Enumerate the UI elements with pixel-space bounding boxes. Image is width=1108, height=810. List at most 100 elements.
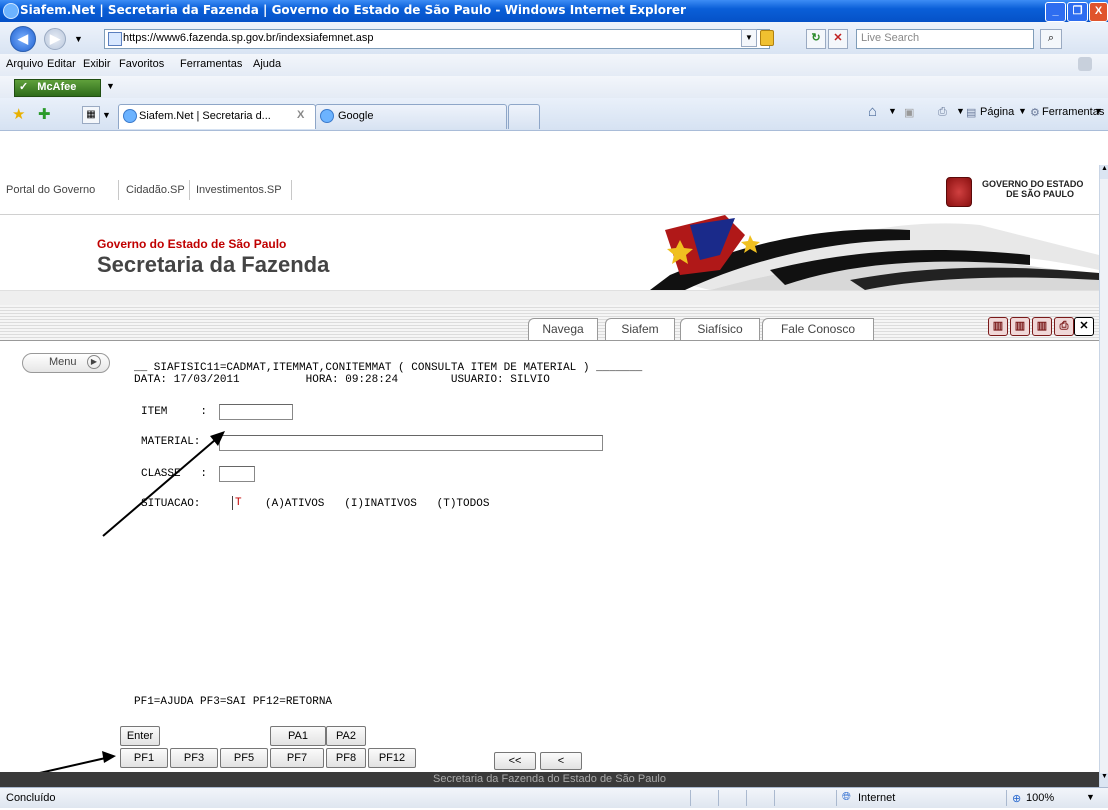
nav-tab-navega[interactable]: Navega <box>528 318 598 340</box>
toolbar-options-icon[interactable] <box>1078 57 1092 71</box>
menu-arquivo[interactable]: Arquivo <box>6 58 43 70</box>
back-button[interactable]: ◀ <box>10 26 36 52</box>
previous-page-button[interactable]: < <box>540 752 582 770</box>
nav-tab-fale-conosco[interactable]: Fale Conosco <box>762 318 874 340</box>
page-menu[interactable]: Página <box>980 106 1014 118</box>
search-input[interactable]: Live Search <box>856 29 1034 49</box>
book-icon[interactable]: ▥ <box>1032 317 1052 336</box>
menu-ferramentas[interactable]: Ferramentas <box>180 58 242 70</box>
address-url: https://www6.fazenda.sp.gov.br/indexsiaf… <box>123 32 374 44</box>
portal-link-investimentos[interactable]: Investimentos.SP <box>196 184 282 196</box>
status-separator <box>836 790 837 806</box>
feeds-icon[interactable]: ▣ <box>904 106 914 119</box>
nav-tab-siafisico[interactable]: Siafísico <box>680 318 760 340</box>
pf-help-line: PF1=AJUDA PF3=SAI PF12=RETORNA <box>134 696 333 708</box>
search-icon[interactable]: ⌕ <box>1040 29 1062 49</box>
history-dropdown-icon[interactable]: ▼ <box>74 34 83 44</box>
site-nav-bar: Navega Siafem Siafísico Fale Conosco ▥ ▥… <box>0 305 1099 341</box>
page-menu-dropdown-icon[interactable]: ▼ <box>1018 106 1027 116</box>
address-bar[interactable]: https://www6.fazenda.sp.gov.br/indexsiaf… <box>104 29 774 49</box>
book-icon[interactable]: ▥ <box>988 317 1008 336</box>
maximize-button[interactable]: ❐ <box>1067 2 1088 22</box>
address-dropdown-icon[interactable]: ▼ <box>741 29 757 47</box>
window-title: Siafem.Net | Secretaria da Fazenda | Gov… <box>20 3 686 17</box>
pf1-key-button[interactable]: PF1 <box>120 748 168 768</box>
tab-close-icon[interactable]: X <box>297 109 304 121</box>
site-footer: Secretaria da Fazenda do Estado de São P… <box>0 772 1099 787</box>
quick-tabs-icon[interactable]: ▦ <box>82 106 100 124</box>
menu-ajuda[interactable]: Ajuda <box>253 58 281 70</box>
portal-link-governo[interactable]: Portal do Governo <box>6 184 95 196</box>
portal-bar: Portal do Governo Cidadão.SP Investiment… <box>0 165 1099 215</box>
government-logo-text: GOVERNO DO ESTADO DE SÃO PAULO <box>982 179 1083 199</box>
home-dropdown-icon[interactable]: ▼ <box>888 106 897 116</box>
nav-tab-siafem[interactable]: Siafem <box>605 318 675 340</box>
printer-icon[interactable]: ⎙ <box>1054 317 1074 336</box>
status-separator <box>718 790 719 806</box>
favorites-star-icon[interactable]: ★ <box>12 105 25 123</box>
tools-gear-icon: ⚙ <box>1030 107 1040 119</box>
close-icon[interactable]: ✕ <box>1074 317 1094 336</box>
menu-editar[interactable]: Editar <box>47 58 76 70</box>
tools-menu-dropdown-icon[interactable]: ▼ <box>1094 106 1103 116</box>
mcafee-button[interactable]: ✓ McAfee <box>14 79 101 97</box>
page-icon <box>108 32 122 46</box>
mcafee-dropdown-icon[interactable]: ▼ <box>106 81 115 91</box>
status-text: Concluído <box>6 792 56 804</box>
government-logo-line2: DE SÃO PAULO <box>1006 189 1074 199</box>
mcafee-label: McAfee <box>37 81 77 93</box>
pf12-key-button[interactable]: PF12 <box>368 748 416 768</box>
address-row: ◀ ▶ ▼ https://www6.fazenda.sp.gov.br/ind… <box>0 22 1108 54</box>
tab-siafem[interactable]: Siafem.Net | Secretaria d... X <box>118 104 316 129</box>
arrow-right-icon: ▶ <box>87 355 101 369</box>
header-title: Secretaria da Fazenda <box>97 252 330 277</box>
close-window-button[interactable]: X <box>1089 2 1108 22</box>
tab-row: ★ ✚ ▦ ▼ Siafem.Net | Secretaria d... X G… <box>0 98 1108 131</box>
header-stripe <box>0 290 1099 306</box>
enter-key-button[interactable]: Enter <box>120 726 160 746</box>
screen-date-line: DATA: 17/03/2011 HORA: 09:28:24 USUARIO:… <box>134 374 550 386</box>
portal-link-cidadao[interactable]: Cidadão.SP <box>126 184 185 196</box>
tab-list-dropdown-icon[interactable]: ▼ <box>102 110 111 120</box>
scroll-down-icon[interactable]: ▼ <box>1100 773 1108 787</box>
pa1-key-button[interactable]: PA1 <box>270 726 326 746</box>
add-favorite-icon[interactable]: ✚ <box>38 105 51 123</box>
print-dropdown-icon[interactable]: ▼ <box>956 106 965 116</box>
pf7-key-button[interactable]: PF7 <box>270 748 324 768</box>
menu-favoritos[interactable]: Favoritos <box>119 58 164 70</box>
header-subtitle: Governo do Estado de São Paulo <box>97 237 287 251</box>
screen-title: __ SIAFISIC11=CADMAT,ITEMMAT,CONITEMMAT … <box>134 362 643 374</box>
vertical-scrollbar[interactable]: ▲ ▼ <box>1099 165 1108 787</box>
status-separator <box>690 790 691 806</box>
search-placeholder: Live Search <box>861 32 920 44</box>
zoom-level[interactable]: 100% <box>1026 792 1054 804</box>
menu-button[interactable]: Menu ▶ <box>22 353 110 373</box>
page-menu-icon: ▤ <box>966 107 977 119</box>
window-titlebar: Siafem.Net | Secretaria da Fazenda | Gov… <box>0 0 1108 22</box>
home-icon[interactable]: ⌂ <box>868 103 877 120</box>
pa2-key-button[interactable]: PA2 <box>326 726 366 746</box>
tab-google[interactable]: Google <box>315 104 507 129</box>
scroll-up-icon[interactable]: ▲ <box>1100 165 1108 179</box>
mcafee-check-icon: ✓ <box>19 81 29 93</box>
menu-exibir[interactable]: Exibir <box>83 58 111 70</box>
pf5-key-button[interactable]: PF5 <box>220 748 268 768</box>
print-icon[interactable]: ⎙ <box>938 106 947 119</box>
minimize-button[interactable]: _ <box>1045 2 1066 22</box>
first-page-button[interactable]: << <box>494 752 536 770</box>
stop-icon[interactable]: ✕ <box>828 29 848 49</box>
mcafee-toolbar: ✓ McAfee ▼ <box>0 76 1108 98</box>
status-separator <box>746 790 747 806</box>
arrow-head <box>102 751 116 763</box>
lock-icon[interactable] <box>760 30 774 46</box>
refresh-icon[interactable]: ↻ <box>806 29 826 49</box>
book-icon[interactable]: ▥ <box>1010 317 1030 336</box>
zoom-icon: ⊕ <box>1012 793 1022 805</box>
pf3-key-button[interactable]: PF3 <box>170 748 218 768</box>
zoom-dropdown-icon[interactable]: ▼ <box>1086 792 1095 802</box>
forward-button[interactable]: ▶ <box>44 28 66 50</box>
sp-coat-of-arms-icon <box>946 177 972 207</box>
pf8-key-button[interactable]: PF8 <box>326 748 366 768</box>
site-header: Governo do Estado de São Paulo Secretari… <box>0 215 1099 290</box>
new-tab-button[interactable] <box>508 104 540 129</box>
